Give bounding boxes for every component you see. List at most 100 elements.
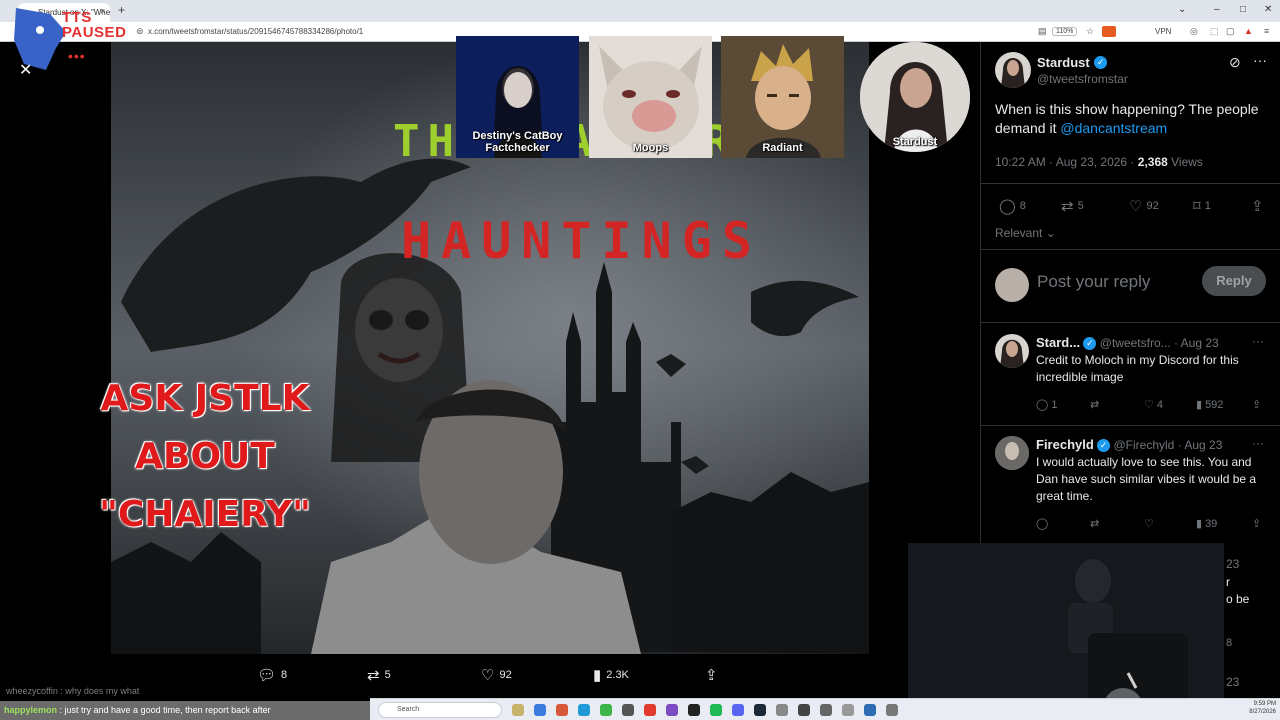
cam-avatar-anime xyxy=(721,36,844,158)
more-options-icon[interactable]: ··· xyxy=(1253,52,1267,68)
zoom-level[interactable]: 110% xyxy=(1052,27,1078,36)
close-photo-icon[interactable]: ✕ xyxy=(19,60,32,80)
discord-icon[interactable] xyxy=(732,704,744,716)
reply-button[interactable]: ◯ 8 xyxy=(999,197,1026,215)
reply-avatar[interactable] xyxy=(995,334,1029,368)
chrome-icon[interactable] xyxy=(600,704,612,716)
like-button[interactable]: ♡ 92 xyxy=(1129,197,1159,215)
menu-icon[interactable]: ≡ xyxy=(1264,26,1269,36)
reply-date[interactable]: · Aug 23 xyxy=(1178,438,1223,452)
app-icon[interactable] xyxy=(820,704,832,716)
reader-icon[interactable]: ▤ xyxy=(1038,26,1047,37)
author-handle[interactable]: @tweetsfromstar xyxy=(1037,72,1128,86)
more-options-icon[interactable]: ··· xyxy=(1252,334,1264,348)
share-button[interactable]: ⇪ xyxy=(1251,197,1264,215)
heart-icon: ♡ xyxy=(1144,518,1154,530)
reply-submit-button[interactable]: Reply xyxy=(1202,266,1266,296)
app-icon[interactable] xyxy=(886,704,898,716)
spotify-icon[interactable] xyxy=(710,704,722,716)
reply-button[interactable]: ◯ xyxy=(1036,517,1048,530)
brave-shield-icon[interactable] xyxy=(1102,26,1116,37)
verified-badge-icon: ✓ xyxy=(1097,439,1111,453)
reply-button[interactable]: ◯ 1 xyxy=(1036,398,1057,412)
taskbar-clock[interactable]: 9:59 PM 8/27/2026 xyxy=(1230,700,1276,716)
extension-icon[interactable]: ◎ xyxy=(1190,26,1198,37)
rewards-icon[interactable]: ▲ xyxy=(1244,26,1253,36)
author-name[interactable]: Stardust xyxy=(1037,55,1090,70)
photo-views-button[interactable]: ▮ 2.3K xyxy=(593,666,629,684)
like-button[interactable]: ♡ xyxy=(1144,517,1154,530)
bookmark-star-icon[interactable]: ☆ xyxy=(1086,26,1094,37)
edge-icon[interactable] xyxy=(578,704,590,716)
sort-replies-dropdown[interactable]: Relevant ⌄ xyxy=(995,226,1056,240)
close-window-icon[interactable]: ✕ xyxy=(1264,4,1272,15)
photo-share-button[interactable]: ⇪ xyxy=(705,666,718,684)
author-avatar[interactable] xyxy=(995,52,1031,88)
reply-actions: ◯ ⇄ ♡ ▮ 39 ⇪ xyxy=(1036,517,1271,533)
post-timestamp[interactable]: 10:22 AM · Aug 23, 2026 · xyxy=(995,155,1138,169)
windows-taskbar: Search xyxy=(370,698,1280,720)
maximize-icon[interactable]: □ xyxy=(1240,4,1246,15)
steam-icon[interactable] xyxy=(754,704,766,716)
reply-date: 23 xyxy=(1226,557,1240,571)
obs-icon[interactable] xyxy=(688,704,700,716)
reply-author-name[interactable]: Stard... xyxy=(1036,335,1080,350)
minimize-icon[interactable]: – xyxy=(1214,4,1220,15)
repost-button[interactable]: ⇄ xyxy=(1090,517,1099,530)
photo-like-button[interactable]: ♡ 92 xyxy=(481,666,512,684)
site-info-icon[interactable]: ⊜ xyxy=(136,26,144,37)
reply-date[interactable]: · Aug 23 xyxy=(1174,336,1219,350)
mention-link[interactable]: @dancantstream xyxy=(1060,120,1167,136)
tts-status-text: TTS PAUSED xyxy=(62,9,127,41)
reply-author-handle[interactable]: @tweetsfro... xyxy=(1100,336,1171,350)
grok-icon[interactable]: ⊘ xyxy=(1229,54,1241,71)
share-button[interactable]: ⇪ xyxy=(1252,398,1261,411)
photo-repost-button[interactable]: ⇄ 5 xyxy=(367,666,391,684)
vpn-button[interactable]: VPN xyxy=(1155,27,1171,36)
app-icon[interactable] xyxy=(798,704,810,716)
reply-text: o be xyxy=(1226,592,1250,606)
heart-icon: ♡ xyxy=(481,667,495,684)
post-meta: 10:22 AM · Aug 23, 2026 · 2,368 Views xyxy=(995,155,1203,169)
reply-input[interactable]: Post your reply xyxy=(1037,272,1150,292)
repost-button[interactable]: ⇄ 5 xyxy=(1061,197,1084,215)
photo-reply-button[interactable]: 💬︎ 8 xyxy=(257,666,287,684)
app-icon[interactable] xyxy=(622,704,634,716)
views-chart-icon: ▮ xyxy=(1196,399,1203,411)
app-icon[interactable] xyxy=(776,704,788,716)
heart-icon: ♡ xyxy=(1129,198,1143,215)
repost-icon: ⇄ xyxy=(1090,518,1100,530)
reply-count: 8 xyxy=(1019,200,1026,212)
app-icon[interactable] xyxy=(864,704,876,716)
tab-list-icon[interactable]: ⌄ xyxy=(1178,4,1186,15)
poster-title-line2: HAUNTINGS xyxy=(401,212,762,270)
share-icon: ⇪ xyxy=(705,667,718,684)
reply-author-name[interactable]: Firechyld xyxy=(1036,437,1094,452)
views-button[interactable]: ▮ 592 xyxy=(1196,398,1223,412)
bookmark-button[interactable]: ⌑ 1 xyxy=(1193,197,1211,215)
share-button[interactable]: ⇪ xyxy=(1252,517,1261,530)
browser-icon[interactable] xyxy=(534,704,546,716)
bookmark-icon: ⌑ xyxy=(1193,198,1201,215)
like-button[interactable]: ♡ 4 xyxy=(1144,398,1163,412)
repost-button[interactable]: ⇄ xyxy=(1090,398,1102,411)
repost-count: 5 xyxy=(1077,200,1084,212)
cam-tile-radiant: Radiant xyxy=(721,36,844,158)
more-options-icon[interactable]: ··· xyxy=(1252,436,1264,450)
current-user-avatar[interactable] xyxy=(995,268,1029,302)
divider xyxy=(981,322,1280,323)
views-button[interactable]: ▮ 39 xyxy=(1196,517,1217,531)
file-explorer-icon[interactable] xyxy=(512,704,524,716)
taskbar-search[interactable]: Search xyxy=(378,702,502,718)
brave-browser-icon[interactable] xyxy=(556,704,568,716)
reply-avatar-image xyxy=(1000,339,1024,368)
app-icon[interactable] xyxy=(842,704,854,716)
reply-author-handle[interactable]: @Firechyld xyxy=(1113,438,1174,452)
wallet-icon[interactable]: ▢ xyxy=(1226,26,1235,37)
twitch-icon[interactable] xyxy=(666,704,678,716)
extensions-puzzle-icon[interactable]: ⬚ xyxy=(1210,26,1219,37)
youtube-icon[interactable] xyxy=(644,704,656,716)
url-field[interactable]: x.com/tweetsfromstar/status/209154674578… xyxy=(148,27,363,36)
reply-avatar[interactable] xyxy=(995,436,1029,470)
streamer-webcam xyxy=(908,543,1224,720)
